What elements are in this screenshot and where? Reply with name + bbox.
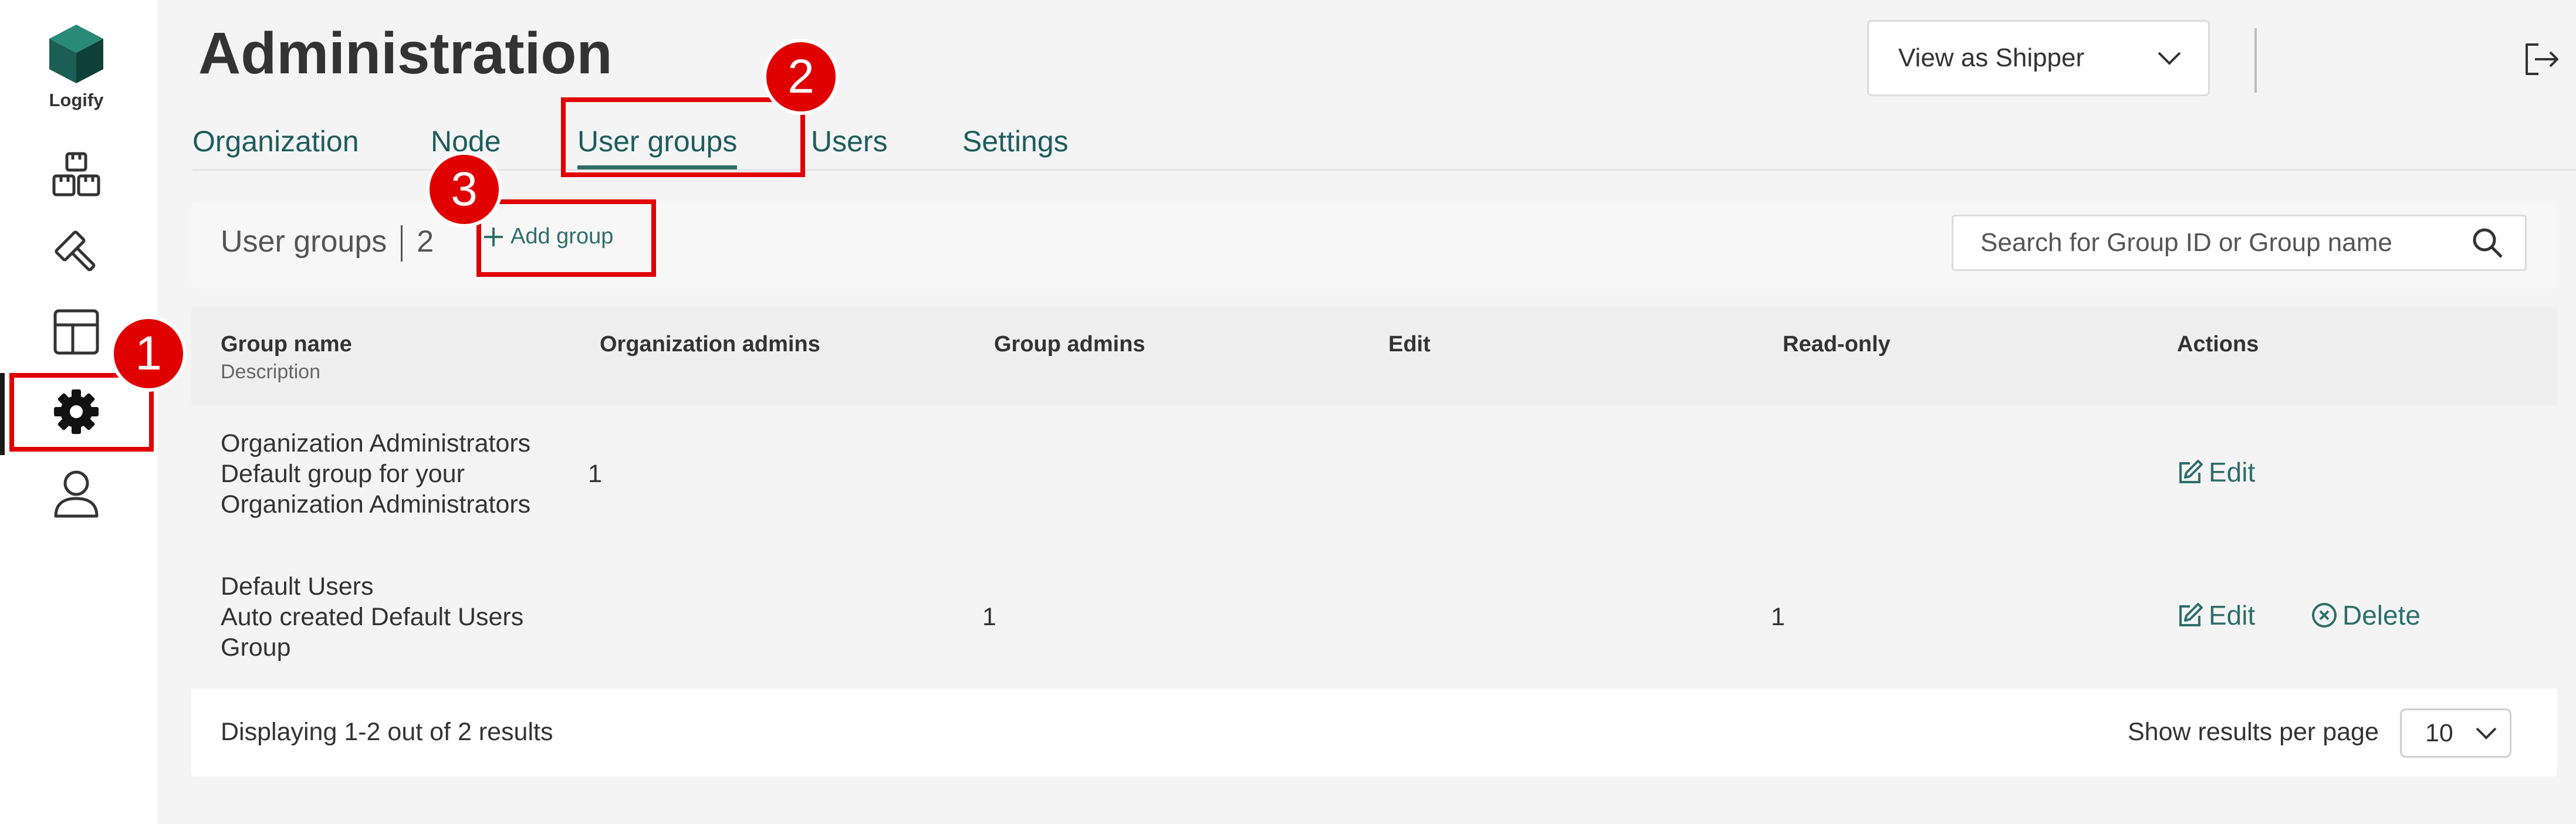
logo-text: Logify bbox=[49, 90, 104, 110]
step-badge-1: 1 bbox=[110, 316, 187, 392]
group-search[interactable] bbox=[1952, 215, 2527, 271]
groups-count-label: User groups 2 bbox=[221, 224, 434, 262]
edit-button[interactable]: Edit bbox=[2177, 599, 2255, 631]
user-groups-table: Group name Description Organization admi… bbox=[191, 307, 2557, 776]
main-content: Administration View as Shipper Organizat… bbox=[157, 0, 2576, 824]
groups-label: User groups bbox=[221, 225, 387, 259]
logout-icon bbox=[2526, 43, 2558, 75]
sidebar-item-profile[interactable] bbox=[48, 466, 104, 522]
logo-cube-icon bbox=[49, 25, 103, 83]
col-edit: Edit bbox=[1388, 332, 1431, 357]
col-group-admins: Group admins bbox=[994, 332, 1145, 357]
per-page-label: Show results per page bbox=[2128, 718, 2379, 746]
group-name: Organization Administrators bbox=[221, 429, 531, 457]
group-name-cell: Default Users Auto created Default Users… bbox=[221, 571, 523, 663]
group-description-line: Group bbox=[221, 633, 291, 662]
chevron-down-icon bbox=[2476, 727, 2497, 740]
step-badge-3: 3 bbox=[426, 151, 502, 228]
org-admins-cell: 1 bbox=[588, 460, 602, 488]
count-separator bbox=[401, 225, 403, 262]
col-group-name-label: Group name bbox=[221, 332, 352, 357]
edit-icon bbox=[2179, 460, 2203, 483]
group-name-cell: Organization Administrators Default grou… bbox=[221, 428, 530, 520]
tab-bar: Organization Node User groups Users Sett… bbox=[192, 115, 2576, 171]
sidebar-item-auctions[interactable] bbox=[48, 224, 104, 280]
group-description-line: Default group for your bbox=[221, 460, 465, 488]
edit-label: Edit bbox=[2209, 600, 2256, 630]
group-name: Default Users bbox=[221, 572, 374, 601]
table-footer: Displaying 1-2 out of 2 results Show res… bbox=[191, 689, 2557, 776]
group-description-line: Organization Administrators bbox=[221, 490, 531, 518]
table-header: Group name Description Organization admi… bbox=[191, 307, 2557, 406]
user-icon bbox=[54, 470, 99, 518]
per-page-select[interactable]: 10 bbox=[2400, 708, 2511, 758]
sidebar-active-indicator bbox=[0, 373, 5, 455]
hammer-icon bbox=[55, 230, 96, 272]
groups-count: 2 bbox=[417, 225, 434, 259]
highlight-user-groups-tab bbox=[561, 97, 805, 177]
layout-icon bbox=[53, 309, 99, 355]
delete-button[interactable]: Delete bbox=[2311, 599, 2421, 631]
logo[interactable]: Logify bbox=[46, 22, 107, 111]
chevron-down-icon bbox=[2158, 52, 2181, 65]
col-group-name: Group name Description bbox=[221, 332, 352, 384]
group-admins-cell: 1 bbox=[982, 603, 996, 631]
tab-settings[interactable]: Settings bbox=[962, 124, 1069, 158]
col-organization-admins: Organization admins bbox=[600, 332, 820, 357]
delete-label: Delete bbox=[2342, 600, 2421, 630]
boxes-icon bbox=[52, 152, 100, 196]
tab-users[interactable]: Users bbox=[811, 124, 888, 158]
edit-button[interactable]: Edit bbox=[2177, 456, 2255, 488]
delete-circle-x-icon bbox=[2312, 603, 2337, 628]
col-description-label: Description bbox=[221, 361, 321, 383]
group-description-line: Auto created Default Users bbox=[221, 603, 524, 631]
logout-button[interactable] bbox=[2521, 39, 2562, 80]
page-title: Administration bbox=[198, 21, 613, 86]
sidebar-item-shipments[interactable] bbox=[48, 147, 104, 203]
search-icon[interactable] bbox=[2471, 226, 2504, 259]
sidebar-item-dashboard[interactable] bbox=[48, 304, 104, 360]
highlight-add-group bbox=[476, 199, 656, 277]
results-summary: Displaying 1-2 out of 2 results bbox=[221, 718, 553, 746]
view-as-select-value: View as Shipper bbox=[1898, 43, 2085, 72]
view-as-select[interactable]: View as Shipper bbox=[1867, 20, 2210, 96]
table-row: Organization Administrators Default grou… bbox=[191, 406, 2557, 548]
edit-icon bbox=[2179, 603, 2203, 626]
step-badge-2: 2 bbox=[763, 39, 839, 115]
header-divider bbox=[2254, 28, 2257, 93]
read-only-cell: 1 bbox=[1771, 603, 1785, 631]
per-page-value: 10 bbox=[2425, 718, 2453, 747]
table-row: Default Users Auto created Default Users… bbox=[191, 547, 2557, 690]
col-read-only: Read-only bbox=[1783, 332, 1891, 357]
search-input[interactable] bbox=[1979, 228, 2471, 258]
tab-organization[interactable]: Organization bbox=[192, 124, 359, 158]
col-actions: Actions bbox=[2177, 332, 2259, 357]
edit-label: Edit bbox=[2209, 457, 2256, 487]
